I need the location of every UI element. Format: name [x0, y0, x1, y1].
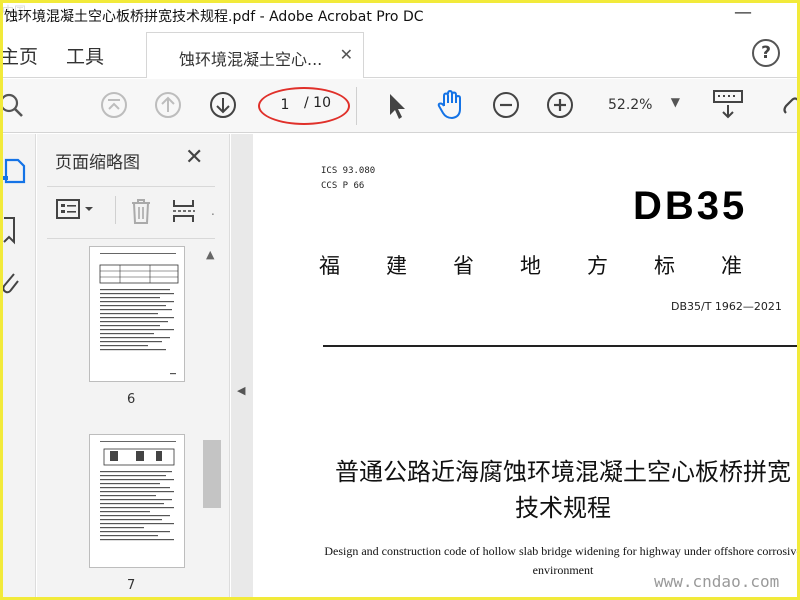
thumbnail-options-icon[interactable] [55, 197, 99, 221]
toolbar: 1 / 10 52.2% ▼ [0, 79, 800, 133]
toolbar-divider [356, 87, 357, 125]
help-button[interactable]: ? [752, 39, 780, 67]
document-title-cn: 普通公路近海腐蚀环境混凝土空心板桥拼宽技术规程 [335, 458, 791, 522]
document-tab-label: 蚀环境混凝土空心... [179, 50, 323, 69]
hand-tool-icon[interactable] [436, 88, 466, 122]
panel-collapse-strip[interactable]: ◀ [231, 134, 253, 600]
ics-code: ICS 93.080 [321, 166, 376, 176]
zoom-out-icon[interactable] [492, 91, 520, 119]
scrollbar-thumb[interactable] [203, 440, 221, 508]
close-icon[interactable]: ✕ [185, 145, 203, 170]
search-icon[interactable] [0, 91, 28, 119]
minimize-button[interactable]: — [734, 2, 752, 23]
zoom-value: 52.2% [608, 97, 653, 113]
tab-home[interactable]: 主页 [0, 42, 38, 69]
classification-codes: ICS 93.080 CCS P 66 [321, 164, 375, 194]
close-icon[interactable]: ✕ [340, 45, 353, 64]
scroll-up-icon[interactable]: ▲ [206, 248, 214, 261]
watermark-bottom-right: www.cndao.com [654, 572, 780, 591]
page-up-icon[interactable] [154, 91, 182, 119]
page-down-icon[interactable] [209, 91, 237, 119]
thumbnail-page-label: 7 [127, 578, 136, 593]
ccs-code: CCS P 66 [321, 181, 365, 191]
more-icon[interactable]: . [211, 204, 215, 218]
trash-icon[interactable] [129, 197, 153, 225]
panel-divider [47, 238, 215, 239]
keyboard-icon[interactable] [712, 89, 744, 121]
standard-logo: DB35 [633, 184, 748, 228]
window-title: 蚀环境混凝土空心板桥拼宽技术规程.pdf - Adobe Acrobat Pro… [4, 9, 424, 25]
document-tab[interactable]: 蚀环境混凝土空心... ✕ [146, 32, 364, 78]
province-standard-heading: 福建省地方标准 [319, 254, 788, 278]
menu-row: 主页 工具 蚀环境混凝土空心... ✕ ? [0, 30, 800, 78]
thumbnail-scrollbar[interactable]: ▲ [203, 244, 221, 600]
panel-title: 页面缩略图 [55, 153, 140, 173]
thumbnail-page-label: 6 [127, 392, 136, 407]
tool-rail [0, 134, 36, 600]
panel-divider [47, 186, 215, 187]
bookmark-icon[interactable] [0, 214, 32, 246]
select-arrow-icon[interactable] [384, 91, 408, 121]
thumbnail-page[interactable] [89, 246, 185, 382]
panel-divider-v [115, 196, 116, 224]
header-rule [323, 345, 800, 347]
annotation-oval [258, 87, 350, 125]
zoom-select[interactable]: 52.2% ▼ [600, 93, 686, 119]
standard-number: DB35/T 1962—2021 [671, 300, 782, 313]
collapse-arrow-icon[interactable]: ◀ [237, 384, 245, 397]
document-page: ICS 93.080 CCS P 66 DB35 福建省地方标准 DB35/T … [253, 134, 800, 600]
title-bar: 中国 蚀环境混凝土空心板桥拼宽技术规程.pdf - Adobe Acrobat … [0, 0, 800, 30]
attachment-icon[interactable] [0, 268, 32, 300]
page-thumbnails-icon[interactable] [0, 154, 32, 186]
insert-page-icon[interactable] [171, 197, 197, 225]
thumbnail-page[interactable] [89, 434, 185, 568]
thumbnails-panel: 页面缩略图 ✕ . 6 7 ▲ [37, 134, 230, 600]
tab-tools[interactable]: 工具 [66, 42, 104, 69]
prev-highlight-icon[interactable] [100, 91, 128, 119]
link-icon[interactable] [782, 93, 800, 119]
zoom-in-icon[interactable] [546, 91, 574, 119]
chevron-down-icon: ▼ [670, 95, 680, 109]
